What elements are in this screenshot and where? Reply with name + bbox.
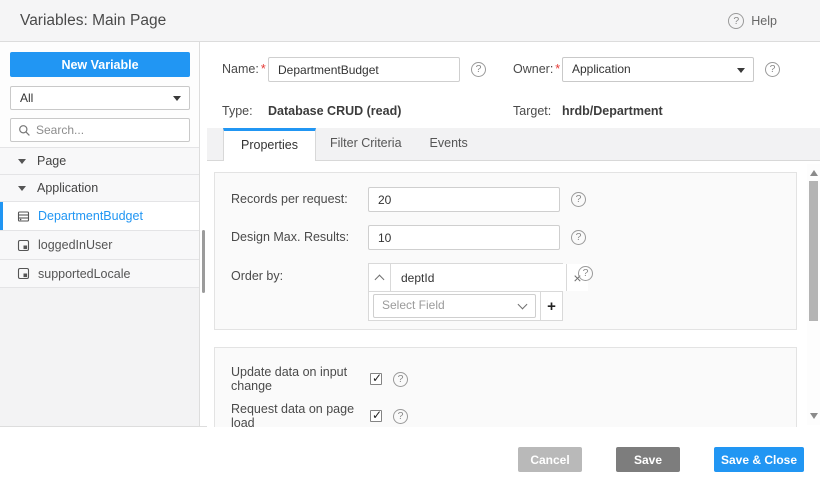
variable-filter-select[interactable]: All — [10, 86, 190, 110]
help-icon: ? — [728, 12, 745, 29]
variable-header: Name:* ? Owner:* Application ? Type: Dat… — [207, 42, 820, 128]
scroll-down-arrow-icon[interactable] — [810, 413, 818, 419]
tree-item-label: Page — [37, 154, 67, 168]
pagination-panel: Records per request: ? Design Max. Resul… — [214, 172, 797, 330]
tree-item-loggedinuser[interactable]: loggedInUser — [0, 230, 199, 259]
order-by-field-select[interactable]: Select Field — [373, 294, 536, 318]
design-max-results-input[interactable] — [368, 225, 560, 250]
static-variable-icon — [17, 267, 30, 280]
name-input[interactable] — [268, 57, 460, 82]
content-scrollbar[interactable] — [807, 164, 820, 425]
order-by-field-row: × — [369, 264, 588, 292]
page-title: Variables: Main Page — [20, 12, 167, 29]
request-data-help-icon[interactable]: ? — [393, 408, 408, 424]
request-data-row: Request data on page load ? — [231, 402, 408, 427]
owner-help-icon[interactable]: ? — [765, 62, 780, 77]
save-and-close-button[interactable]: Save & Close — [714, 447, 804, 472]
chevron-down-icon — [517, 299, 528, 310]
order-by-widget: × Select Field + — [368, 263, 588, 321]
name-label: Name: * — [222, 62, 266, 76]
variables-sidebar: New Variable All Page Appli — [0, 42, 200, 426]
behavior-panel: Update data on input change ? Request da… — [214, 347, 797, 427]
collapse-icon[interactable] — [18, 158, 26, 164]
tree-item-supportedlocale[interactable]: supportedLocale — [0, 259, 199, 288]
scrollbar-thumb[interactable] — [809, 181, 818, 321]
update-data-checkbox[interactable] — [370, 371, 382, 385]
tree-item-page[interactable]: Page — [0, 147, 199, 174]
order-by-field-value[interactable] — [391, 264, 566, 291]
target-label: Target: — [513, 104, 552, 118]
required-asterisk: * — [555, 62, 561, 76]
titlebar: Variables: Main Page ? Help — [0, 0, 820, 42]
required-asterisk: * — [260, 62, 266, 76]
dialog-body: New Variable All Page Appli — [0, 42, 820, 427]
plus-icon: + — [547, 297, 556, 315]
type-label: Type: — [222, 104, 253, 118]
order-by-add-row: Select Field + — [369, 292, 562, 320]
owner-select[interactable]: Application — [562, 57, 754, 82]
tree-item-label: supportedLocale — [38, 266, 131, 281]
scroll-up-arrow-icon[interactable] — [810, 170, 818, 176]
variable-detail: Name:* ? Owner:* Application ? Type: Dat… — [207, 42, 820, 427]
collapse-icon[interactable] — [18, 185, 26, 191]
variables-dialog: Variables: Main Page ? Help New Variable… — [0, 0, 820, 488]
tab-properties[interactable]: Properties — [223, 128, 316, 161]
update-data-help-icon[interactable]: ? — [393, 371, 408, 387]
search-icon — [19, 125, 30, 136]
new-variable-button[interactable]: New Variable — [10, 52, 190, 77]
properties-tab-content: Records per request: ? Design Max. Resul… — [207, 161, 820, 427]
cancel-button[interactable]: Cancel — [518, 447, 582, 472]
tree-item-label: DepartmentBudget — [38, 209, 143, 223]
order-by-select-placeholder: Select Field — [382, 298, 445, 312]
name-help-icon[interactable]: ? — [471, 62, 486, 77]
search-input[interactable] — [36, 119, 186, 141]
search-box — [10, 118, 190, 142]
add-field-button[interactable]: + — [540, 292, 562, 320]
database-variable-icon — [17, 210, 30, 223]
request-data-checkbox[interactable] — [370, 408, 382, 422]
records-per-request-label: Records per request: — [231, 192, 348, 206]
tree-item-label: loggedInUser — [38, 238, 113, 252]
target-value: hrdb/Department — [562, 104, 663, 118]
sidebar-divider — [200, 42, 207, 426]
records-per-request-help-icon[interactable]: ? — [571, 192, 586, 207]
sidebar-scrollbar-thumb[interactable] — [202, 230, 205, 293]
request-data-label: Request data on page load — [231, 402, 355, 427]
variable-filter-value: All — [20, 91, 34, 105]
tree-item-departmentbudget[interactable]: DepartmentBudget — [0, 201, 199, 230]
help-button[interactable]: ? Help — [728, 0, 777, 41]
order-by-label: Order by: — [231, 269, 284, 283]
detail-tabbar: Properties Filter Criteria Events — [207, 128, 820, 161]
sort-direction-button[interactable] — [369, 264, 391, 291]
owner-label: Owner: * — [513, 62, 561, 76]
update-data-label: Update data on input change — [231, 365, 348, 393]
order-by-help-icon[interactable]: ? — [578, 266, 593, 281]
dialog-footer: Cancel Save Save & Close — [0, 427, 820, 487]
variables-tree: Page Application DepartmentBudget logged… — [0, 147, 199, 288]
owner-value: Application — [572, 62, 631, 76]
help-label: Help — [751, 13, 777, 28]
chevron-up-icon — [374, 274, 385, 284]
chevron-down-icon — [173, 96, 181, 101]
design-max-results-help-icon[interactable]: ? — [571, 230, 586, 245]
records-per-request-input[interactable] — [368, 187, 560, 212]
design-max-results-label: Design Max. Results: — [231, 230, 350, 244]
static-variable-icon — [17, 239, 30, 252]
type-value: Database CRUD (read) — [268, 104, 402, 118]
tab-events[interactable]: Events — [416, 128, 482, 160]
chevron-down-icon — [737, 67, 745, 73]
save-button[interactable]: Save — [616, 447, 680, 472]
tab-filter-criteria[interactable]: Filter Criteria — [316, 128, 416, 160]
tree-item-label: Application — [37, 181, 99, 195]
order-by-select-cell: Select Field — [369, 292, 540, 320]
update-data-row: Update data on input change ? — [231, 365, 408, 393]
tree-item-application[interactable]: Application — [0, 174, 199, 201]
